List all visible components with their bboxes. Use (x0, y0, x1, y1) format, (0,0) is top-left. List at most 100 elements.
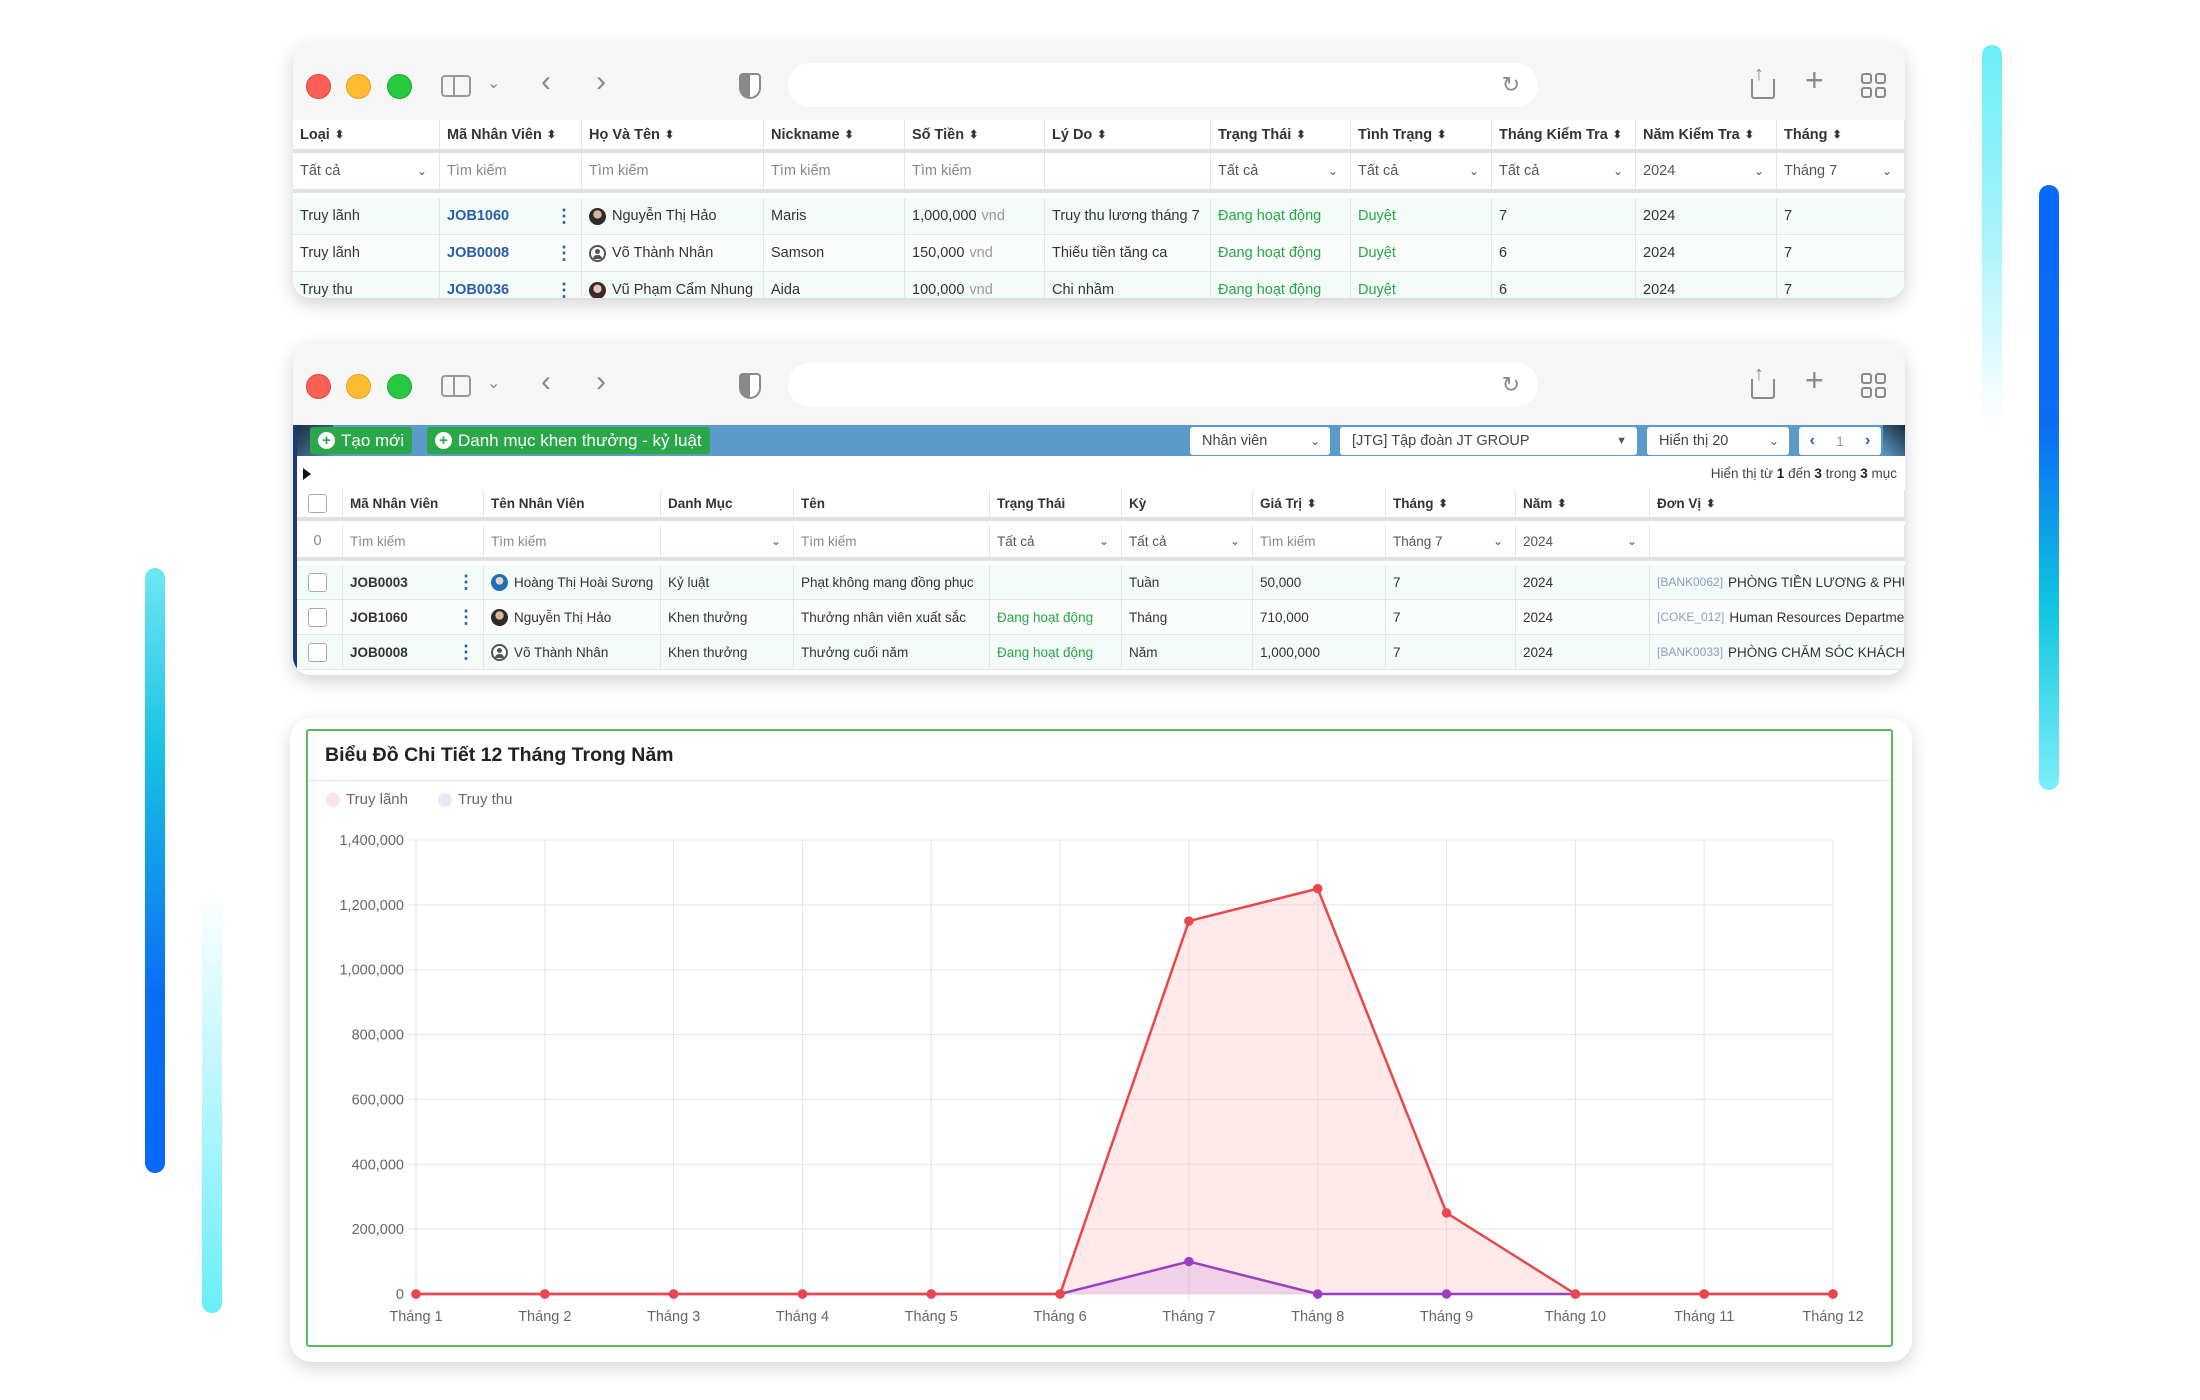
reload-icon[interactable]: ↻ (1502, 372, 1520, 398)
filter-search-input[interactable]: Tìm kiếm (1253, 525, 1386, 557)
column-header[interactable]: Đơn Vị ⬍ (1650, 490, 1905, 517)
filter-search-input[interactable]: Tìm kiếm (440, 153, 582, 189)
sort-icon[interactable]: ⬍ (1613, 128, 1622, 141)
column-header[interactable]: Tình Trạng ⬍ (1351, 120, 1492, 149)
close-window-button[interactable] (306, 74, 331, 99)
employee-code-link[interactable]: JOB0036 (447, 282, 509, 298)
share-icon[interactable] (1751, 63, 1775, 99)
chevron-down-icon[interactable]: ⌄ (487, 373, 500, 395)
minimize-window-button[interactable] (346, 374, 371, 399)
column-header[interactable]: Nickname ⬍ (764, 120, 905, 149)
company-select[interactable]: [JTG] Tập đoàn JT GROUP ▼ (1340, 427, 1637, 455)
sort-icon[interactable]: ⬍ (969, 128, 978, 141)
row-checkbox[interactable] (308, 494, 327, 513)
employee-code-link[interactable]: JOB1060 (447, 208, 509, 224)
create-new-button[interactable]: + Tạo mới (310, 427, 413, 454)
minimize-window-button[interactable] (346, 74, 371, 99)
filter-search-input[interactable]: Tìm kiếm (343, 525, 484, 557)
prev-page-button[interactable]: ‹ (1810, 432, 1815, 450)
reload-icon[interactable]: ↻ (1502, 72, 1520, 98)
sort-icon[interactable]: ⬍ (547, 128, 556, 141)
filter-search-input[interactable]: Tìm kiếm (582, 153, 764, 189)
maximize-window-button[interactable] (387, 74, 412, 99)
new-tab-icon[interactable]: + (1805, 64, 1824, 96)
sort-icon[interactable]: ⬍ (1833, 128, 1842, 141)
column-header[interactable]: Loại ⬍ (293, 120, 440, 149)
column-header[interactable]: Năm Kiểm Tra ⬍ (1636, 120, 1777, 149)
column-header[interactable]: Kỳ (1122, 490, 1253, 517)
filter-select[interactable]: ⌄ (661, 525, 794, 557)
new-tab-icon[interactable]: + (1805, 364, 1824, 396)
more-options-icon[interactable]: ⋮ (457, 573, 475, 591)
column-header[interactable]: Giá Trị ⬍ (1253, 490, 1386, 517)
column-header[interactable]: Trạng Thái ⬍ (1211, 120, 1351, 149)
column-header[interactable]: Mã Nhân Viên (343, 490, 484, 517)
sort-icon[interactable]: ⬍ (1296, 128, 1305, 141)
more-options-icon[interactable]: ⋮ (555, 244, 573, 262)
expand-toggle-icon[interactable] (303, 468, 311, 480)
column-header[interactable]: Tháng ⬍ (1386, 490, 1516, 517)
row-checkbox[interactable] (308, 607, 327, 627)
next-page-button[interactable]: › (1865, 432, 1870, 450)
more-options-icon[interactable]: ⋮ (457, 608, 475, 626)
sort-icon[interactable]: ⬍ (1706, 497, 1715, 510)
column-header[interactable]: Họ Và Tên ⬍ (582, 120, 764, 149)
sort-icon[interactable]: ⬍ (1439, 497, 1448, 510)
forward-icon[interactable]: › (596, 367, 606, 397)
filter-select[interactable]: 2024 ⌄ (1636, 153, 1777, 189)
tab-overview-icon[interactable] (1861, 73, 1887, 99)
sidebar-icon[interactable] (441, 375, 471, 397)
address-bar[interactable]: ↻ (788, 63, 1538, 107)
filter-select[interactable]: Tất cả ⌄ (1492, 153, 1636, 189)
sort-icon[interactable]: ⬍ (665, 128, 674, 141)
sidebar-icon[interactable] (441, 75, 471, 97)
filter-select[interactable]: Tất cả ⌄ (1351, 153, 1492, 189)
maximize-window-button[interactable] (387, 374, 412, 399)
back-icon[interactable]: ‹ (541, 367, 551, 397)
back-icon[interactable]: ‹ (541, 67, 551, 97)
page-size-select[interactable]: Hiển thị 20 ⌄ (1647, 427, 1789, 455)
row-checkbox[interactable] (308, 642, 327, 662)
address-bar[interactable]: ↻ (788, 363, 1538, 407)
filter-select[interactable]: Tháng 7 ⌄ (1777, 153, 1905, 189)
privacy-shield-icon[interactable] (739, 373, 761, 399)
sort-icon[interactable]: ⬍ (1745, 128, 1754, 141)
filter-select[interactable]: Tất cả ⌄ (1122, 525, 1253, 557)
filter-select[interactable]: Tất cả ⌄ (1211, 153, 1351, 189)
column-header[interactable]: Lý Do ⬍ (1045, 120, 1211, 149)
chevron-down-icon[interactable]: ⌄ (487, 73, 500, 95)
column-header[interactable]: Tên (794, 490, 990, 517)
more-options-icon[interactable]: ⋮ (555, 207, 573, 225)
row-checkbox[interactable] (308, 572, 327, 592)
reward-category-button[interactable]: + Danh mục khen thưởng - kỷ luật (427, 427, 710, 454)
sort-icon[interactable]: ⬍ (1557, 497, 1566, 510)
employee-code-link[interactable]: JOB0008 (447, 245, 509, 261)
privacy-shield-icon[interactable] (739, 73, 761, 99)
column-header[interactable]: Mã Nhân Viên ⬍ (440, 120, 582, 149)
close-window-button[interactable] (306, 374, 331, 399)
column-header[interactable]: Tên Nhân Viên (484, 490, 661, 517)
column-header[interactable]: Số Tiền ⬍ (905, 120, 1045, 149)
sort-icon[interactable]: ⬍ (1307, 497, 1316, 510)
filter-search-input[interactable]: Tìm kiếm (905, 153, 1045, 189)
column-header[interactable]: Danh Mục (661, 490, 794, 517)
column-header[interactable]: Tháng ⬍ (1777, 120, 1905, 149)
filter-search-input[interactable]: Tìm kiếm (484, 525, 661, 557)
filter-select[interactable]: Tất cả ⌄ (990, 525, 1122, 557)
column-header[interactable]: Tháng Kiểm Tra ⬍ (1492, 120, 1636, 149)
scope-select[interactable]: Nhân viên ⌄ (1190, 427, 1330, 455)
filter-select[interactable]: 2024 ⌄ (1516, 525, 1650, 557)
filter-select[interactable]: Tất cả ⌄ (293, 153, 440, 189)
filter-search-input[interactable]: Tìm kiếm (764, 153, 905, 189)
filter-search-input[interactable]: Tìm kiếm (794, 525, 990, 557)
column-header[interactable]: Trạng Thái (990, 490, 1122, 517)
filter-select[interactable]: Tháng 7 ⌄ (1386, 525, 1516, 557)
sort-icon[interactable]: ⬍ (1097, 128, 1106, 141)
sort-icon[interactable]: ⬍ (335, 128, 344, 141)
share-icon[interactable] (1751, 363, 1775, 399)
more-options-icon[interactable]: ⋮ (555, 281, 573, 298)
sort-icon[interactable]: ⬍ (845, 128, 854, 141)
tab-overview-icon[interactable] (1861, 373, 1887, 399)
forward-icon[interactable]: › (596, 67, 606, 97)
more-options-icon[interactable]: ⋮ (457, 643, 475, 661)
